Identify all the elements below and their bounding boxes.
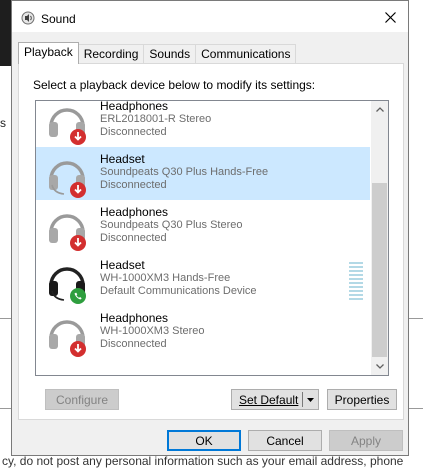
tab-recording[interactable]: Recording — [77, 44, 145, 64]
device-description: Soundpeats Q30 Plus Hands-Free — [100, 166, 269, 178]
background-text-left: s — [0, 116, 6, 130]
cancel-button[interactable]: Cancel — [248, 430, 322, 451]
chevron-down-icon — [375, 364, 384, 369]
sound-dialog: Sound Playback Recording Sounds Communic… — [11, 0, 409, 456]
device-name: Headphones — [100, 311, 169, 325]
device-text: Headphones Soundpeats Q30 Plus Stereo Disc… — [100, 206, 242, 245]
background-divider-right-bottom — [409, 408, 423, 409]
volume-level-meter — [349, 262, 363, 304]
device-text: Headphones WH-1000XM3 Stereo Disconnected — [100, 312, 205, 351]
scroll-up-button[interactable] — [371, 101, 388, 118]
set-default-dropdown[interactable] — [303, 397, 318, 402]
scroll-down-button[interactable] — [371, 358, 388, 375]
device-description: ERL2018001-R Stereo — [100, 113, 212, 125]
device-list[interactable]: Headphones ERL2018001-R Stereo Disconnecte… — [35, 100, 389, 376]
device-name: Headphones — [100, 100, 169, 113]
device-status: Disconnected — [100, 232, 167, 244]
device-text: Headphones ERL2018001-R Stereo Disconnecte… — [100, 100, 212, 139]
close-icon — [384, 11, 396, 23]
set-default-split-button[interactable]: Set Default — [231, 389, 319, 410]
device-name: Headphones — [100, 205, 169, 219]
headset-phone-icon — [49, 267, 86, 304]
headphones-disconnected-icon — [49, 214, 86, 251]
device-list-scrollbar[interactable] — [371, 101, 388, 375]
device-item[interactable]: Headset Soundpeats Q30 Plus Hands-Free Dis… — [36, 147, 370, 200]
background-divider-right — [409, 318, 423, 319]
tab-strip: Playback Recording Sounds Communications — [18, 42, 297, 64]
device-description: Soundpeats Q30 Plus Stereo — [100, 219, 243, 231]
background-text-bottom: cy, do not post any personal information… — [0, 454, 423, 468]
ok-button[interactable]: OK — [167, 430, 241, 451]
device-text: Headset Soundpeats Q30 Plus Hands-Free Dis… — [100, 153, 268, 192]
device-name: Headset — [100, 258, 145, 272]
configure-button[interactable]: Configure — [45, 389, 119, 410]
device-text: Headset WH-1000XM3 Hands-Free Default Comm… — [100, 259, 257, 298]
scroll-thumb[interactable] — [372, 183, 387, 357]
device-status: Disconnected — [100, 338, 167, 350]
instruction-text: Select a playback device below to modify… — [33, 78, 316, 92]
title-bar: Sound — [12, 1, 408, 32]
properties-button[interactable]: Properties — [327, 389, 397, 410]
device-item[interactable]: Headphones ERL2018001-R Stereo Disconnecte… — [36, 100, 370, 147]
close-button[interactable] — [376, 5, 404, 29]
background-window-edge — [0, 0, 11, 18]
playback-panel: Select a playback device below to modify… — [18, 63, 404, 420]
device-item[interactable]: Headphones Soundpeats Q30 Plus Stereo Disc… — [36, 200, 370, 253]
set-default-button[interactable]: Set Default — [232, 393, 302, 407]
device-item[interactable]: Headset WH-1000XM3 Hands-Free Default Comm… — [36, 253, 370, 306]
tab-playback[interactable]: Playback — [18, 42, 79, 64]
dropdown-arrow-icon — [307, 397, 315, 402]
apply-button[interactable]: Apply — [329, 430, 403, 451]
device-description: WH-1000XM3 Hands-Free — [100, 272, 231, 284]
headset-disconnected-icon — [49, 161, 86, 198]
device-description: WH-1000XM3 Stereo — [100, 325, 205, 337]
tab-communications[interactable]: Communications — [195, 44, 297, 64]
background-divider-left — [0, 318, 11, 319]
device-item[interactable]: Headphones WH-1000XM3 Stereo Disconnected — [36, 306, 370, 359]
headphones-disconnected-icon — [49, 108, 86, 145]
device-items: Headphones ERL2018001-R Stereo Disconnecte… — [36, 100, 372, 359]
device-name: Headset — [100, 152, 145, 166]
headphones-disconnected-icon — [49, 320, 86, 357]
chevron-up-icon — [375, 107, 384, 112]
device-status: Default Communications Device — [100, 285, 257, 297]
tab-sounds[interactable]: Sounds — [143, 44, 197, 64]
speaker-icon — [21, 11, 35, 25]
device-status: Disconnected — [100, 179, 167, 191]
device-status: Disconnected — [100, 126, 167, 138]
background-divider-left-bottom — [0, 408, 11, 409]
window-title: Sound — [41, 12, 76, 26]
